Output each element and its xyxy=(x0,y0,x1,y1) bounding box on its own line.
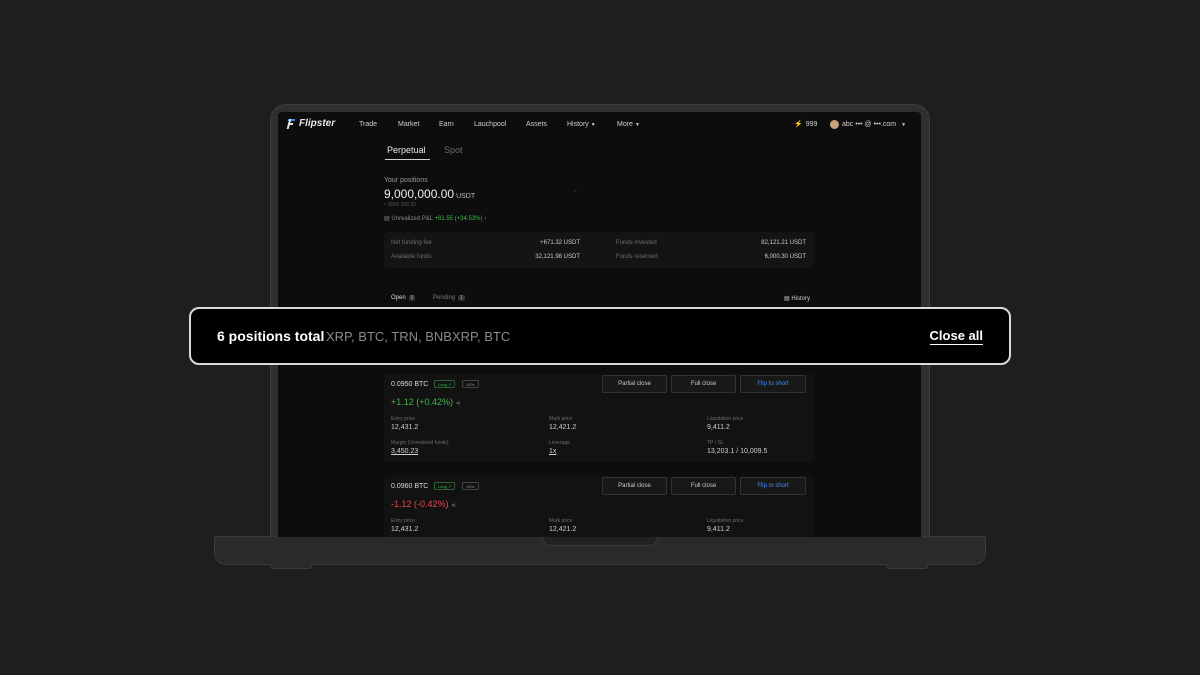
laptop-notch xyxy=(542,536,658,546)
unrealized-pnl: ▤ Unrealized P&L +61.55 (+34.53%) › xyxy=(384,215,486,222)
brand-logo[interactable]: Flipster xyxy=(286,118,336,129)
chevron-down-icon: ▼ xyxy=(634,122,640,128)
net-funding-value: +671.32 USDT xyxy=(540,240,580,246)
bolt-count: 999 xyxy=(805,120,818,128)
position-size: 0.0960 BTC xyxy=(391,483,429,490)
laptop-foot-right xyxy=(886,564,928,569)
positions-balance: 9,000,000.00 USDT xyxy=(384,187,475,201)
open-label: Open xyxy=(391,295,406,301)
brand-name: Flipster xyxy=(299,118,336,129)
nav-more[interactable]: More ▼ xyxy=(617,121,640,128)
margin-label: Margin (Unrealized funds) xyxy=(391,440,449,446)
pending-count-badge: 1 xyxy=(458,295,465,301)
invested-value: 82,121.21 USDT xyxy=(761,240,806,246)
bolt-icon: ⚡ xyxy=(794,121,803,128)
share-icon[interactable]: ⋖ xyxy=(456,401,461,407)
history-link-label: History xyxy=(791,296,811,302)
full-close-button[interactable]: Full close xyxy=(671,477,736,495)
nav-market[interactable]: Market xyxy=(398,121,419,128)
invested-label: Funds invested xyxy=(616,240,657,246)
position-pnl: +1.12 (+0.42%) ⋖ xyxy=(391,397,461,407)
nav-earn[interactable]: Earn xyxy=(439,121,454,128)
available-value: 32,121.98 USDT xyxy=(535,254,580,260)
entry-price-value: 12,431.2 xyxy=(391,424,419,431)
margin-value[interactable]: 3,450.23 xyxy=(391,448,418,455)
position-size: 0.0950 BTC xyxy=(391,381,429,388)
position-card: 0.0950 BTC Long ↗ 100x Partial close Ful… xyxy=(384,374,814,462)
entry-price-label: Entry price xyxy=(391,518,415,524)
nav-history[interactable]: History ▼ xyxy=(567,121,596,128)
side-badge: Long ↗ xyxy=(434,482,456,490)
history-link[interactable]: ▤ History xyxy=(784,295,810,302)
position-card: 0.0960 BTC Long ↗ 100x Partial close Ful… xyxy=(384,476,814,537)
open-count-badge: 6 xyxy=(408,295,416,301)
positions-symbol-list: XRP, BTC, TRN, BNBXRP, BTC xyxy=(326,329,511,344)
positions-label: Your positions xyxy=(384,177,428,184)
nav-more-label: More xyxy=(617,121,633,128)
account-menu[interactable]: abc ••• @ •••.com ▼ xyxy=(830,120,906,129)
full-close-button[interactable]: Full close xyxy=(671,375,736,393)
pending-label: Pending xyxy=(433,295,456,301)
account-email: abc ••• @ •••.com xyxy=(842,121,897,128)
tab-spot[interactable]: Spot xyxy=(444,145,463,155)
balance-usd-equivalent: ≈ $905,392.20 xyxy=(384,202,416,208)
mark-price-value: 12,421.2 xyxy=(549,526,577,533)
document-icon: ▤ xyxy=(784,296,790,302)
tab-open-positions[interactable]: Open 6 xyxy=(391,295,416,301)
liquidation-price-value: 9,411.2 xyxy=(707,424,730,431)
tpsl-label: TP / SL xyxy=(707,440,724,446)
balance-amount: 9,000,000.00 xyxy=(384,187,455,201)
reserved-value: 6,000.30 USDT xyxy=(764,254,806,260)
bolt-points[interactable]: ⚡ 999 xyxy=(794,120,818,129)
reserved-label: Funds reserved xyxy=(616,254,658,260)
avatar xyxy=(830,120,839,129)
chevron-down-icon: ▼ xyxy=(590,122,596,128)
balance-unit: USDT xyxy=(456,193,476,200)
chevron-down-icon: ▼ xyxy=(901,121,907,128)
funds-stats: Net funding fee +671.32 USDT Available f… xyxy=(384,232,814,268)
leverage-label: Leverage xyxy=(549,440,570,446)
tpsl-value[interactable]: 13,203.1 / 10,009.5 xyxy=(707,448,767,455)
nav-launchpool[interactable]: Lauchpool xyxy=(474,121,506,128)
close-all-positions-bar: 6 positions total XRP, BTC, TRN, BNBXRP,… xyxy=(189,307,1011,365)
chevron-right-icon[interactable]: › xyxy=(484,216,486,222)
pnl-value: +61.55 (+34.53%) xyxy=(434,216,483,222)
share-icon[interactable]: ⋖ xyxy=(451,503,456,509)
liquidation-price-label: Liquidation price xyxy=(707,416,744,422)
wallet-icon: ▤ xyxy=(384,216,390,222)
liquidation-price-label: Liquidation price xyxy=(707,518,744,524)
close-all-button[interactable]: Close all xyxy=(929,328,983,345)
positions-total: 6 positions total xyxy=(217,328,325,344)
partial-close-button[interactable]: Partial close xyxy=(602,477,667,495)
laptop-foot-left xyxy=(270,564,312,569)
entry-price-label: Entry price xyxy=(391,416,415,422)
flipster-logo-icon xyxy=(286,118,296,129)
chevron-up-icon[interactable]: ⌃ xyxy=(573,190,578,197)
net-funding-label: Net funding fee xyxy=(391,240,432,246)
position-pnl-value: -1.12 (-0.42%) xyxy=(391,499,449,509)
leverage-badge: 100x xyxy=(462,482,479,490)
available-label: Available funds xyxy=(391,254,432,260)
mark-price-label: Mark price xyxy=(549,518,573,524)
position-pnl-value: +1.12 (+0.42%) xyxy=(391,397,454,407)
flip-to-short-button[interactable]: Flip to short xyxy=(740,375,806,393)
tab-pending-orders[interactable]: Pending 1 xyxy=(433,295,465,301)
side-badge: Long ↗ xyxy=(434,380,456,388)
partial-close-button[interactable]: Partial close xyxy=(602,375,667,393)
leverage-value[interactable]: 1x xyxy=(549,448,556,455)
active-tab-indicator xyxy=(385,159,430,160)
leverage-badge: 100x xyxy=(462,380,479,388)
pnl-label: Unrealized P&L xyxy=(391,216,433,222)
nav-assets[interactable]: Assets xyxy=(526,121,547,128)
mark-price-label: Mark price xyxy=(549,416,573,422)
entry-price-value: 12,431.2 xyxy=(391,526,419,533)
position-pnl: -1.12 (-0.42%) ⋖ xyxy=(391,499,456,509)
flip-to-short-button[interactable]: Flip to short xyxy=(740,477,806,495)
nav-history-label: History xyxy=(567,121,589,128)
mark-price-value: 12,421.2 xyxy=(549,424,577,431)
nav-trade[interactable]: Trade xyxy=(359,121,377,128)
liquidation-price-value: 9,411.2 xyxy=(707,526,730,533)
tab-perpetual[interactable]: Perpetual xyxy=(387,145,426,155)
